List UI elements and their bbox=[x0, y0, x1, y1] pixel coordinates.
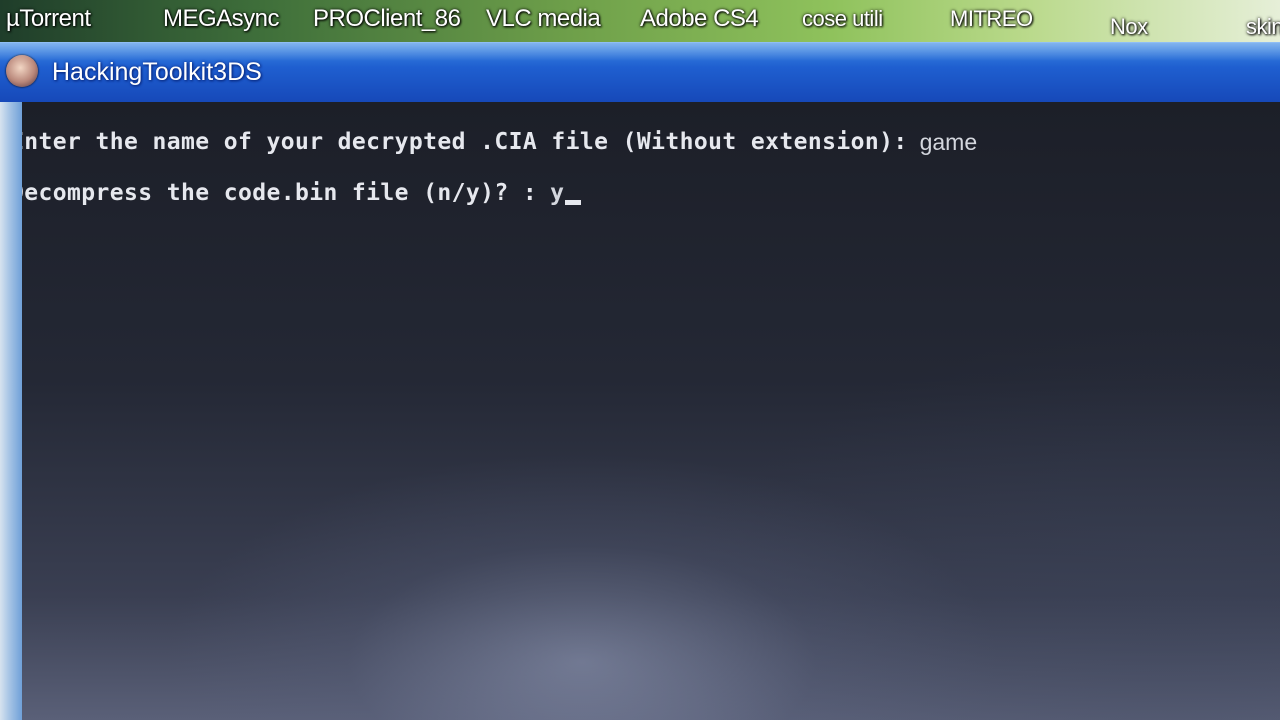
app-avatar-icon[interactable] bbox=[6, 55, 38, 87]
desktop-shortcut-mitreo[interactable]: MITREO bbox=[950, 2, 1033, 36]
desktop-shortcut-vlc-media[interactable]: VLC media bbox=[486, 2, 601, 36]
window-title: HackingToolkit3DS bbox=[52, 57, 262, 86]
console-prompt: Decompress the code.bin file (n/y)? : bbox=[22, 180, 538, 206]
desktop-shortcut-cose-utili[interactable]: cose utili bbox=[802, 2, 883, 36]
desktop-background: µTorrent MEGAsync PROClient_86 VLC media… bbox=[0, 0, 1280, 42]
console-user-input[interactable]: y bbox=[550, 180, 564, 206]
console-user-input: game bbox=[919, 128, 978, 155]
desktop-shortcut-utorrent[interactable]: µTorrent bbox=[6, 2, 91, 36]
text-cursor bbox=[565, 200, 582, 205]
console-prompt: Enter the name of your decrypted .CIA fi… bbox=[22, 129, 908, 155]
window-frame-left bbox=[0, 102, 22, 720]
desktop-shortcut-proclient[interactable]: PROClient_86 bbox=[313, 2, 461, 36]
window-title-bar[interactable]: HackingToolkit3DS bbox=[0, 42, 1280, 103]
desktop-shortcut-nox[interactable]: Nox bbox=[1110, 10, 1148, 42]
desktop-shortcut-megasync[interactable]: MEGAsync bbox=[163, 2, 280, 36]
console-line-decompress: Decompress the code.bin file (n/y)? : y bbox=[22, 173, 582, 213]
console-line-cia-name: Enter the name of your decrypted .CIA fi… bbox=[22, 122, 977, 162]
desktop-shortcut-adobe-cs4[interactable]: Adobe CS4 bbox=[640, 2, 759, 36]
console-output[interactable]: Enter the name of your decrypted .CIA fi… bbox=[22, 102, 1280, 720]
desktop-shortcut-skin[interactable]: skin bbox=[1246, 10, 1280, 42]
